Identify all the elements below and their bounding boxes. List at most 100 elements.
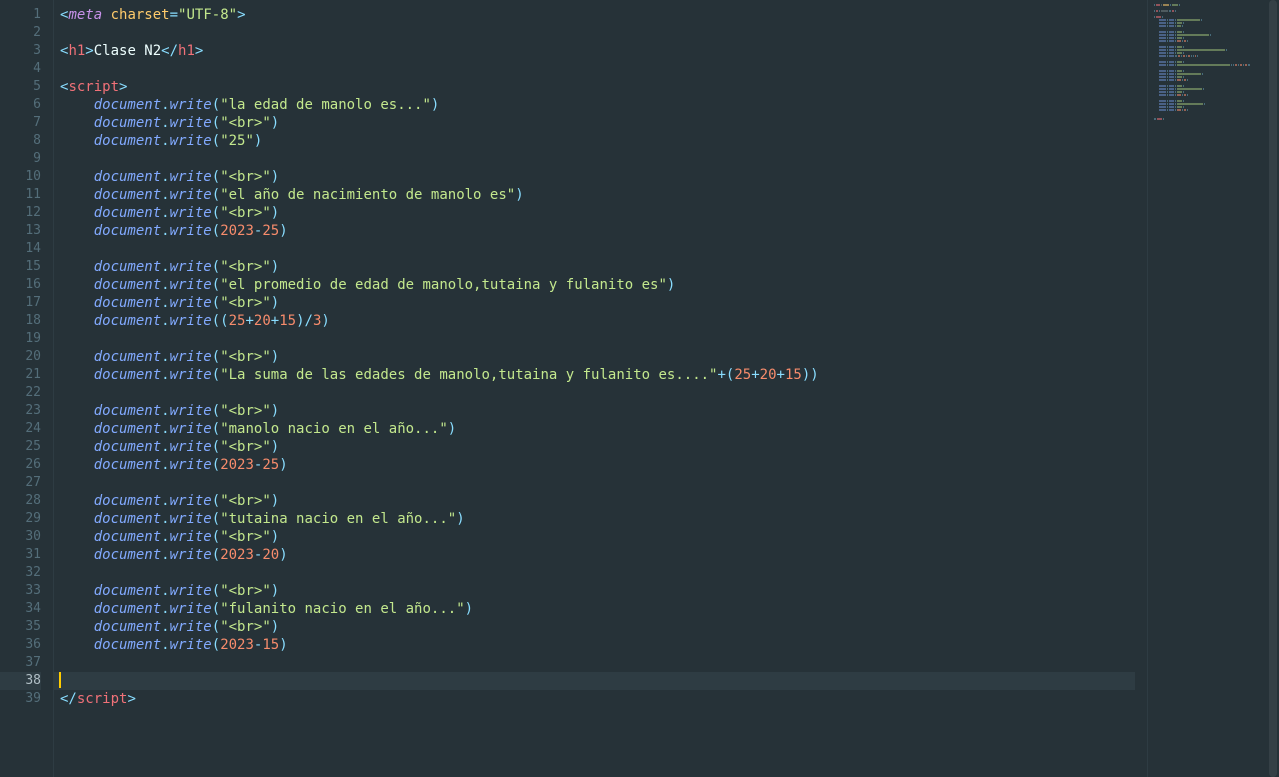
code-line[interactable]: document.write("<br>") [60, 492, 1147, 510]
minimap-line [1154, 64, 1261, 66]
code-line[interactable]: document.write("fulanito nacio en el año… [60, 600, 1147, 618]
line-number: 35 [0, 618, 41, 636]
line-number: 38 [0, 672, 41, 690]
line-number: 27 [0, 474, 41, 492]
line-number: 7 [0, 114, 41, 132]
line-number: 2 [0, 24, 41, 42]
code-line[interactable]: document.write("manolo nacio en el año..… [60, 420, 1147, 438]
code-line[interactable] [60, 654, 1147, 672]
minimap-line [1154, 76, 1261, 78]
code-line[interactable]: <meta charset="UTF-8"> [60, 6, 1147, 24]
code-area[interactable]: <meta charset="UTF-8"> <h1>Clase N2</h1> <… [54, 0, 1147, 777]
minimap-line [1154, 106, 1261, 108]
minimap-line [1154, 55, 1261, 57]
code-line[interactable] [60, 60, 1147, 78]
minimap-line [1154, 16, 1261, 18]
minimap-line [1154, 49, 1261, 51]
minimap-line [1154, 34, 1261, 36]
code-line[interactable]: document.write("25") [60, 132, 1147, 150]
minimap-line [1154, 7, 1261, 9]
line-number: 37 [0, 654, 41, 672]
line-number: 12 [0, 204, 41, 222]
minimap-line [1154, 10, 1261, 12]
text-cursor [59, 672, 61, 688]
code-line[interactable]: document.write("<br>") [60, 528, 1147, 546]
line-number: 19 [0, 330, 41, 348]
code-line[interactable]: document.write("<br>") [60, 348, 1147, 366]
line-number: 36 [0, 636, 41, 654]
code-line[interactable]: document.write(2023-15) [60, 636, 1147, 654]
line-number: 18 [0, 312, 41, 330]
code-line[interactable]: <h1>Clase N2</h1> [60, 42, 1147, 60]
minimap-line [1154, 115, 1261, 117]
line-number: 32 [0, 564, 41, 582]
minimap-line [1154, 85, 1261, 87]
line-number: 16 [0, 276, 41, 294]
code-line[interactable]: document.write(2023-20) [60, 546, 1147, 564]
minimap[interactable] [1147, 0, 1267, 777]
line-number: 33 [0, 582, 41, 600]
code-line[interactable]: document.write((25+20+15)/3) [60, 312, 1147, 330]
minimap-line [1154, 58, 1261, 60]
code-line[interactable] [60, 150, 1147, 168]
code-line[interactable] [60, 24, 1147, 42]
code-line[interactable]: document.write("<br>") [60, 258, 1147, 276]
line-number: 25 [0, 438, 41, 456]
minimap-line [1154, 28, 1261, 30]
minimap-line [1154, 73, 1261, 75]
line-number: 14 [0, 240, 41, 258]
scroll-thumb[interactable] [1269, 0, 1277, 777]
minimap-line [1154, 91, 1261, 93]
code-line[interactable]: document.write("<br>") [60, 294, 1147, 312]
code-line[interactable]: document.write("<br>") [60, 582, 1147, 600]
minimap-line [1154, 82, 1261, 84]
code-line[interactable]: document.write("<br>") [60, 204, 1147, 222]
line-number: 15 [0, 258, 41, 276]
code-line[interactable] [60, 330, 1147, 348]
line-number: 3 [0, 42, 41, 60]
line-number: 31 [0, 546, 41, 564]
code-line[interactable] [60, 474, 1147, 492]
line-number: 23 [0, 402, 41, 420]
code-line[interactable]: <script> [60, 78, 1147, 96]
vertical-scrollbar[interactable] [1267, 0, 1279, 777]
code-line[interactable]: document.write("tutaina nacio en el año.… [60, 510, 1147, 528]
code-line[interactable]: document.write("<br>") [60, 438, 1147, 456]
minimap-line [1154, 37, 1261, 39]
minimap-line [1154, 4, 1261, 6]
code-line[interactable]: document.write("<br>") [60, 618, 1147, 636]
minimap-line [1154, 109, 1261, 111]
minimap-line [1154, 67, 1261, 69]
code-line[interactable]: document.write(2023-25) [60, 222, 1147, 240]
code-line[interactable]: document.write("La suma de las edades de… [60, 366, 1147, 384]
minimap-line [1154, 88, 1261, 90]
minimap-line [1154, 70, 1261, 72]
code-line[interactable]: document.write("<br>") [60, 402, 1147, 420]
code-line[interactable]: document.write("la edad de manolo es..."… [60, 96, 1147, 114]
code-line[interactable]: document.write("el promedio de edad de m… [60, 276, 1147, 294]
line-number: 10 [0, 168, 41, 186]
code-line[interactable] [60, 384, 1147, 402]
line-number: 8 [0, 132, 41, 150]
code-line[interactable]: document.write(2023-25) [60, 456, 1147, 474]
code-line[interactable]: document.write("<br>") [60, 114, 1147, 132]
code-editor[interactable]: 1234567891011121314151617181920212223242… [0, 0, 1279, 777]
line-number-gutter: 1234567891011121314151617181920212223242… [0, 0, 54, 777]
line-number: 21 [0, 366, 41, 384]
code-line[interactable]: document.write("<br>") [60, 168, 1147, 186]
minimap-line [1154, 79, 1261, 81]
line-number: 9 [0, 150, 41, 168]
code-line[interactable] [60, 240, 1147, 258]
minimap-line [1154, 22, 1261, 24]
code-line[interactable]: </script> [60, 690, 1147, 708]
minimap-line [1154, 100, 1261, 102]
code-line[interactable] [60, 564, 1147, 582]
line-number: 28 [0, 492, 41, 510]
line-number: 20 [0, 348, 41, 366]
line-number: 11 [0, 186, 41, 204]
line-number: 1 [0, 6, 41, 24]
minimap-line [1154, 31, 1261, 33]
minimap-line [1154, 118, 1261, 120]
line-number: 30 [0, 528, 41, 546]
code-line[interactable]: document.write("el año de nacimiento de … [60, 186, 1147, 204]
